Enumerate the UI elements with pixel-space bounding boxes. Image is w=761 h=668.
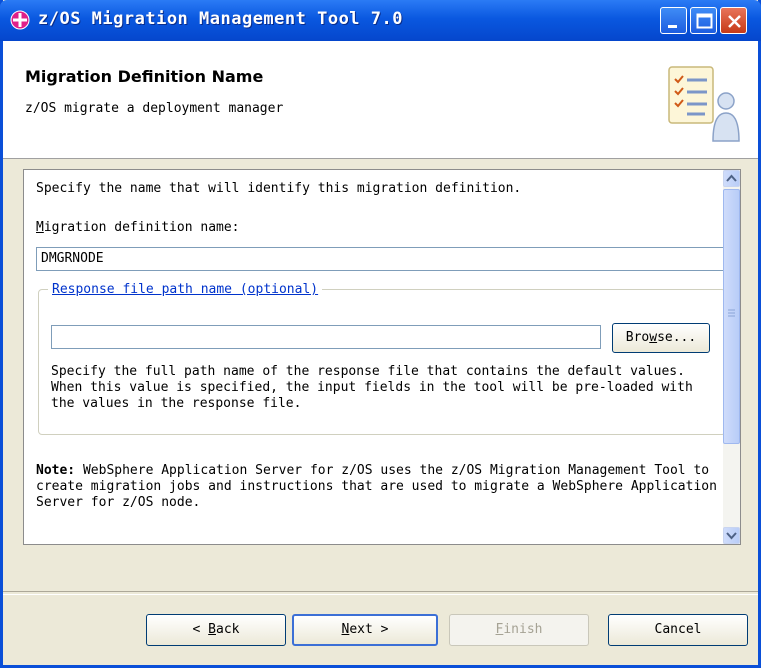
page-subtitle: z/OS migrate a deployment manager xyxy=(25,101,284,116)
scroll-down-button[interactable] xyxy=(723,527,740,544)
minimize-icon xyxy=(668,25,677,28)
close-icon xyxy=(728,15,741,28)
intro-text: Specify the name that will identify this… xyxy=(36,181,522,196)
response-file-group xyxy=(38,289,726,435)
wizard-header: Migration Definition Name z/OS migrate a… xyxy=(3,41,758,159)
scroll-up-button[interactable] xyxy=(723,170,740,187)
response-file-input[interactable] xyxy=(51,325,601,349)
response-file-legend: Response file path name (optional) xyxy=(48,282,323,297)
browse-button[interactable]: Browse... xyxy=(612,323,710,353)
window-title: z/OS Migration Management Tool 7.0 xyxy=(38,9,403,29)
minimize-button[interactable] xyxy=(660,7,687,34)
app-icon xyxy=(10,10,30,30)
maximize-button[interactable] xyxy=(690,7,717,34)
title-bar[interactable]: z/OS Migration Management Tool 7.0 xyxy=(0,0,761,41)
close-button[interactable] xyxy=(720,7,747,34)
grip-icon xyxy=(728,309,735,317)
content-panel: Specify the name that will identify this… xyxy=(23,169,741,545)
vertical-scrollbar[interactable] xyxy=(723,170,740,544)
wizard-checklist-user-icon xyxy=(668,66,740,142)
migration-name-input[interactable]: DMGRNODE xyxy=(36,247,726,271)
migration-name-label: Migration definition name: xyxy=(36,220,240,235)
back-button[interactable]: < Back xyxy=(146,614,286,646)
note-label: Note: xyxy=(36,463,76,478)
wizard-window: z/OS Migration Management Tool 7.0 Migra… xyxy=(0,0,761,668)
finish-button[interactable]: Finish xyxy=(449,614,589,646)
next-button[interactable]: Next > xyxy=(292,614,438,646)
footer-separator xyxy=(3,591,758,595)
chevron-down-icon xyxy=(726,532,737,540)
maximize-icon xyxy=(696,13,713,29)
response-file-description: Specify the full path name of the respon… xyxy=(51,364,693,411)
chevron-up-icon xyxy=(726,174,737,182)
page-title: Migration Definition Name xyxy=(25,67,264,86)
cancel-button[interactable]: Cancel xyxy=(608,614,748,646)
scroll-thumb[interactable] xyxy=(723,189,740,444)
note-text: Note: WebSphere Application Server for z… xyxy=(36,463,717,510)
